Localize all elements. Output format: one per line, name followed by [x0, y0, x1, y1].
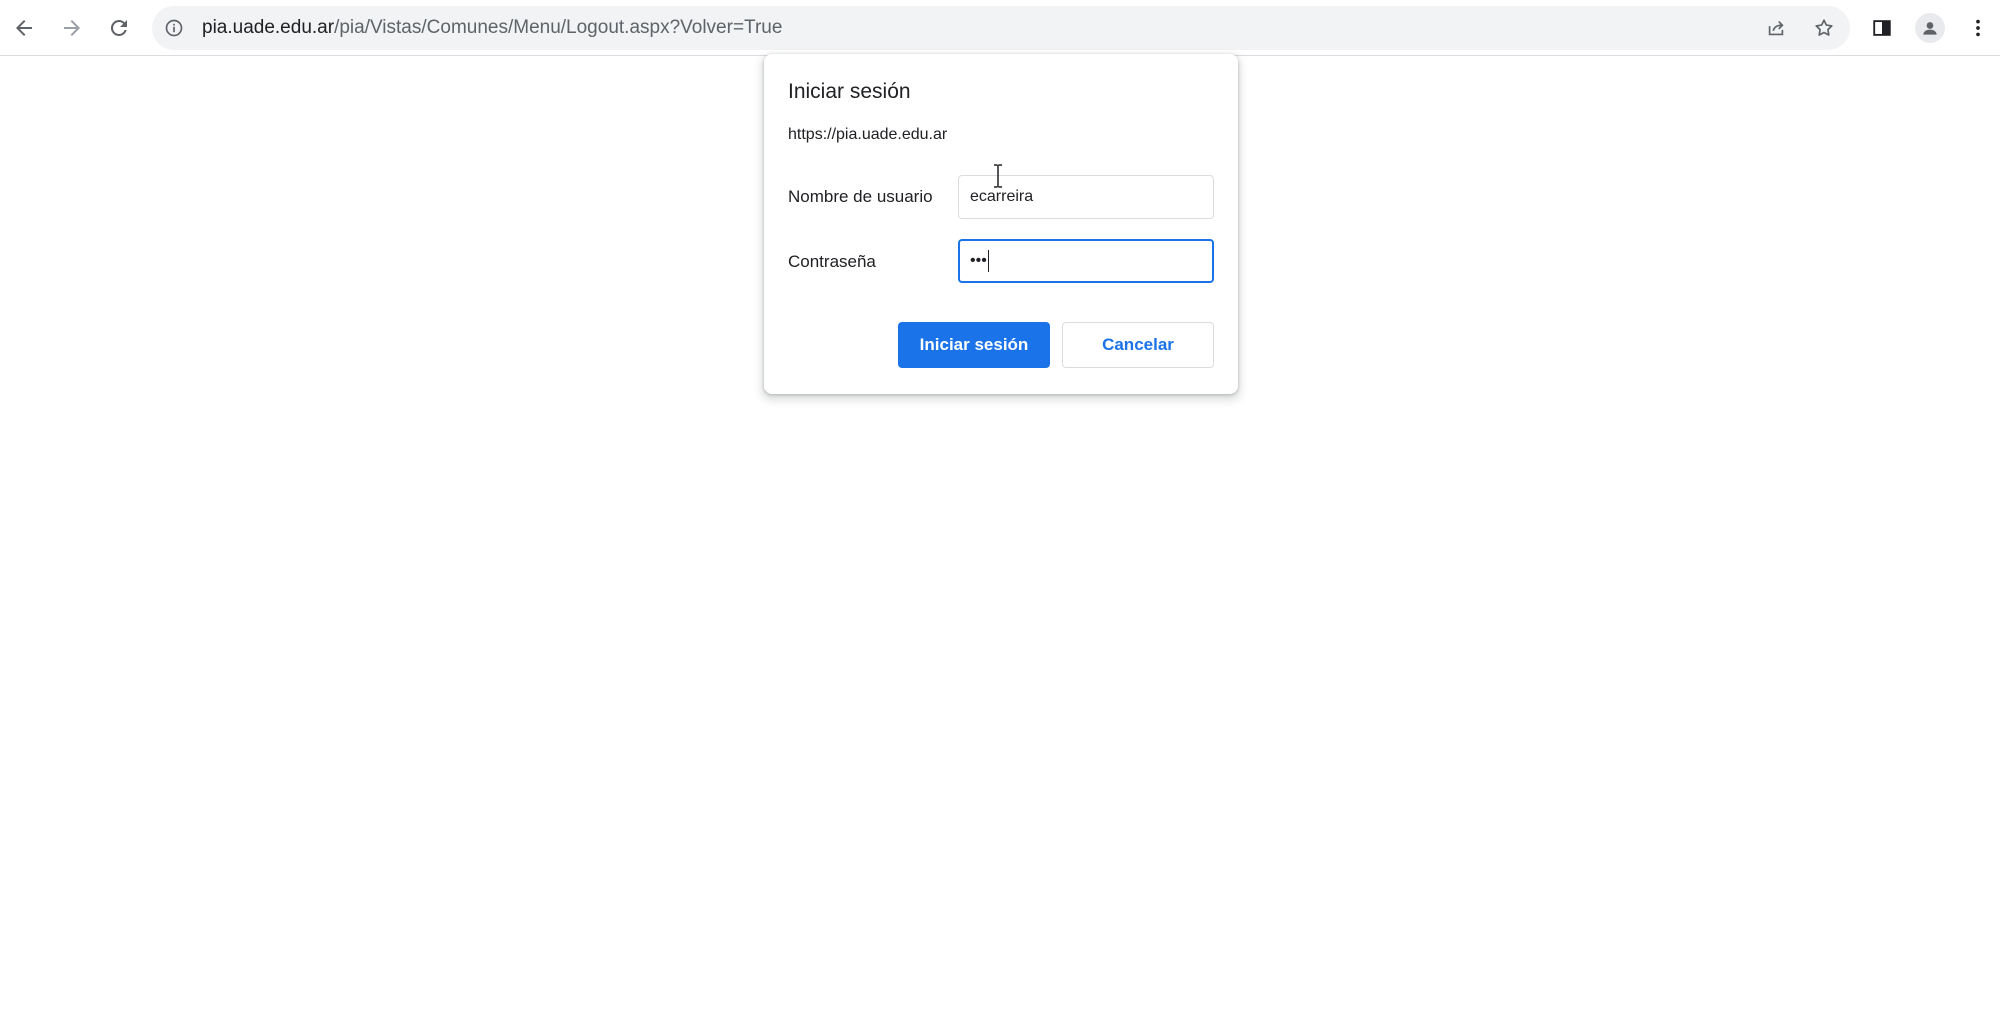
arrow-left-icon — [16, 20, 32, 36]
profile-avatar-icon — [1915, 13, 1945, 43]
share-icon[interactable] — [1764, 16, 1788, 40]
back-button[interactable] — [4, 8, 44, 48]
text-caret — [987, 249, 989, 272]
url-host: pia.uade.edu.ar — [202, 17, 335, 38]
star-icon[interactable] — [1812, 16, 1836, 40]
sign-in-dialog: Iniciar sesión https://pia.uade.edu.ar N… — [764, 54, 1238, 394]
info-icon[interactable] — [162, 16, 186, 40]
cancel-button[interactable]: Cancelar — [1062, 322, 1214, 368]
password-label: Contraseña — [788, 252, 876, 271]
url-text[interactable]: pia.uade.edu.ar/pia/Vistas/Comunes/Menu/… — [202, 6, 782, 50]
side-panel-icon — [1873, 20, 1891, 36]
url-path: /pia/Vistas/Comunes/Menu/Logout.aspx?Vol… — [334, 17, 783, 38]
i-beam-cursor-icon — [994, 164, 1002, 188]
dialog-title: Iniciar sesión — [788, 80, 911, 103]
profile-button[interactable] — [1910, 8, 1950, 48]
forward-button[interactable] — [52, 8, 92, 48]
username-value: ecarreira — [970, 188, 1034, 205]
menu-button[interactable] — [1958, 8, 1998, 48]
reload-button[interactable] — [99, 8, 139, 48]
arrow-right-icon — [64, 20, 80, 36]
browser-toolbar: pia.uade.edu.ar/pia/Vistas/Comunes/Menu/… — [0, 0, 2000, 56]
dialog-origin: https://pia.uade.edu.ar — [788, 126, 948, 143]
password-field[interactable]: ••• — [958, 239, 1214, 283]
kebab-menu-icon — [1976, 19, 1980, 37]
reload-icon — [110, 19, 127, 36]
username-label: Nombre de usuario — [788, 187, 933, 206]
address-bar[interactable]: pia.uade.edu.ar/pia/Vistas/Comunes/Menu/… — [152, 6, 1850, 50]
sign-in-button[interactable]: Iniciar sesión — [898, 322, 1050, 368]
password-mask: ••• — [970, 252, 987, 269]
side-panel-button[interactable] — [1862, 8, 1902, 48]
